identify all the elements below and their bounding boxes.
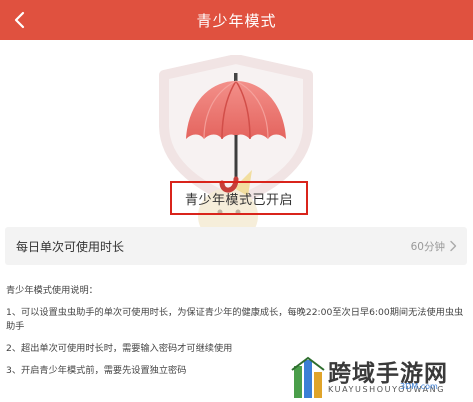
chevron-left-icon [14,11,25,29]
watermark: 跨域手游网 KUAYUSHOUYOUWANG 3DM.com [290,354,473,402]
watermark-url: 3DM.com [400,382,438,391]
header-bar: 青少年模式 [0,0,473,40]
page-title: 青少年模式 [196,11,277,30]
setting-value: 60分钟 [410,240,445,253]
watermark-logo-icon [291,356,325,398]
back-button[interactable] [6,6,34,34]
instruction-item: 1、可以设置虫虫助手的单次可使用时长，为保证青少年的健康成长，每晚22:00至次… [6,307,464,332]
usage-duration-setting[interactable]: 每日单次可使用时长 60分钟 [5,227,467,265]
status-highlight: 青少年模式已开启 [170,181,308,215]
status-text: 青少年模式已开启 [184,192,293,208]
setting-label: 每日单次可使用时长 [16,239,125,254]
chevron-right-icon [450,240,457,252]
setting-value-group: 60分钟 [411,239,457,254]
instructions-title: 青少年模式使用说明： [6,285,98,296]
